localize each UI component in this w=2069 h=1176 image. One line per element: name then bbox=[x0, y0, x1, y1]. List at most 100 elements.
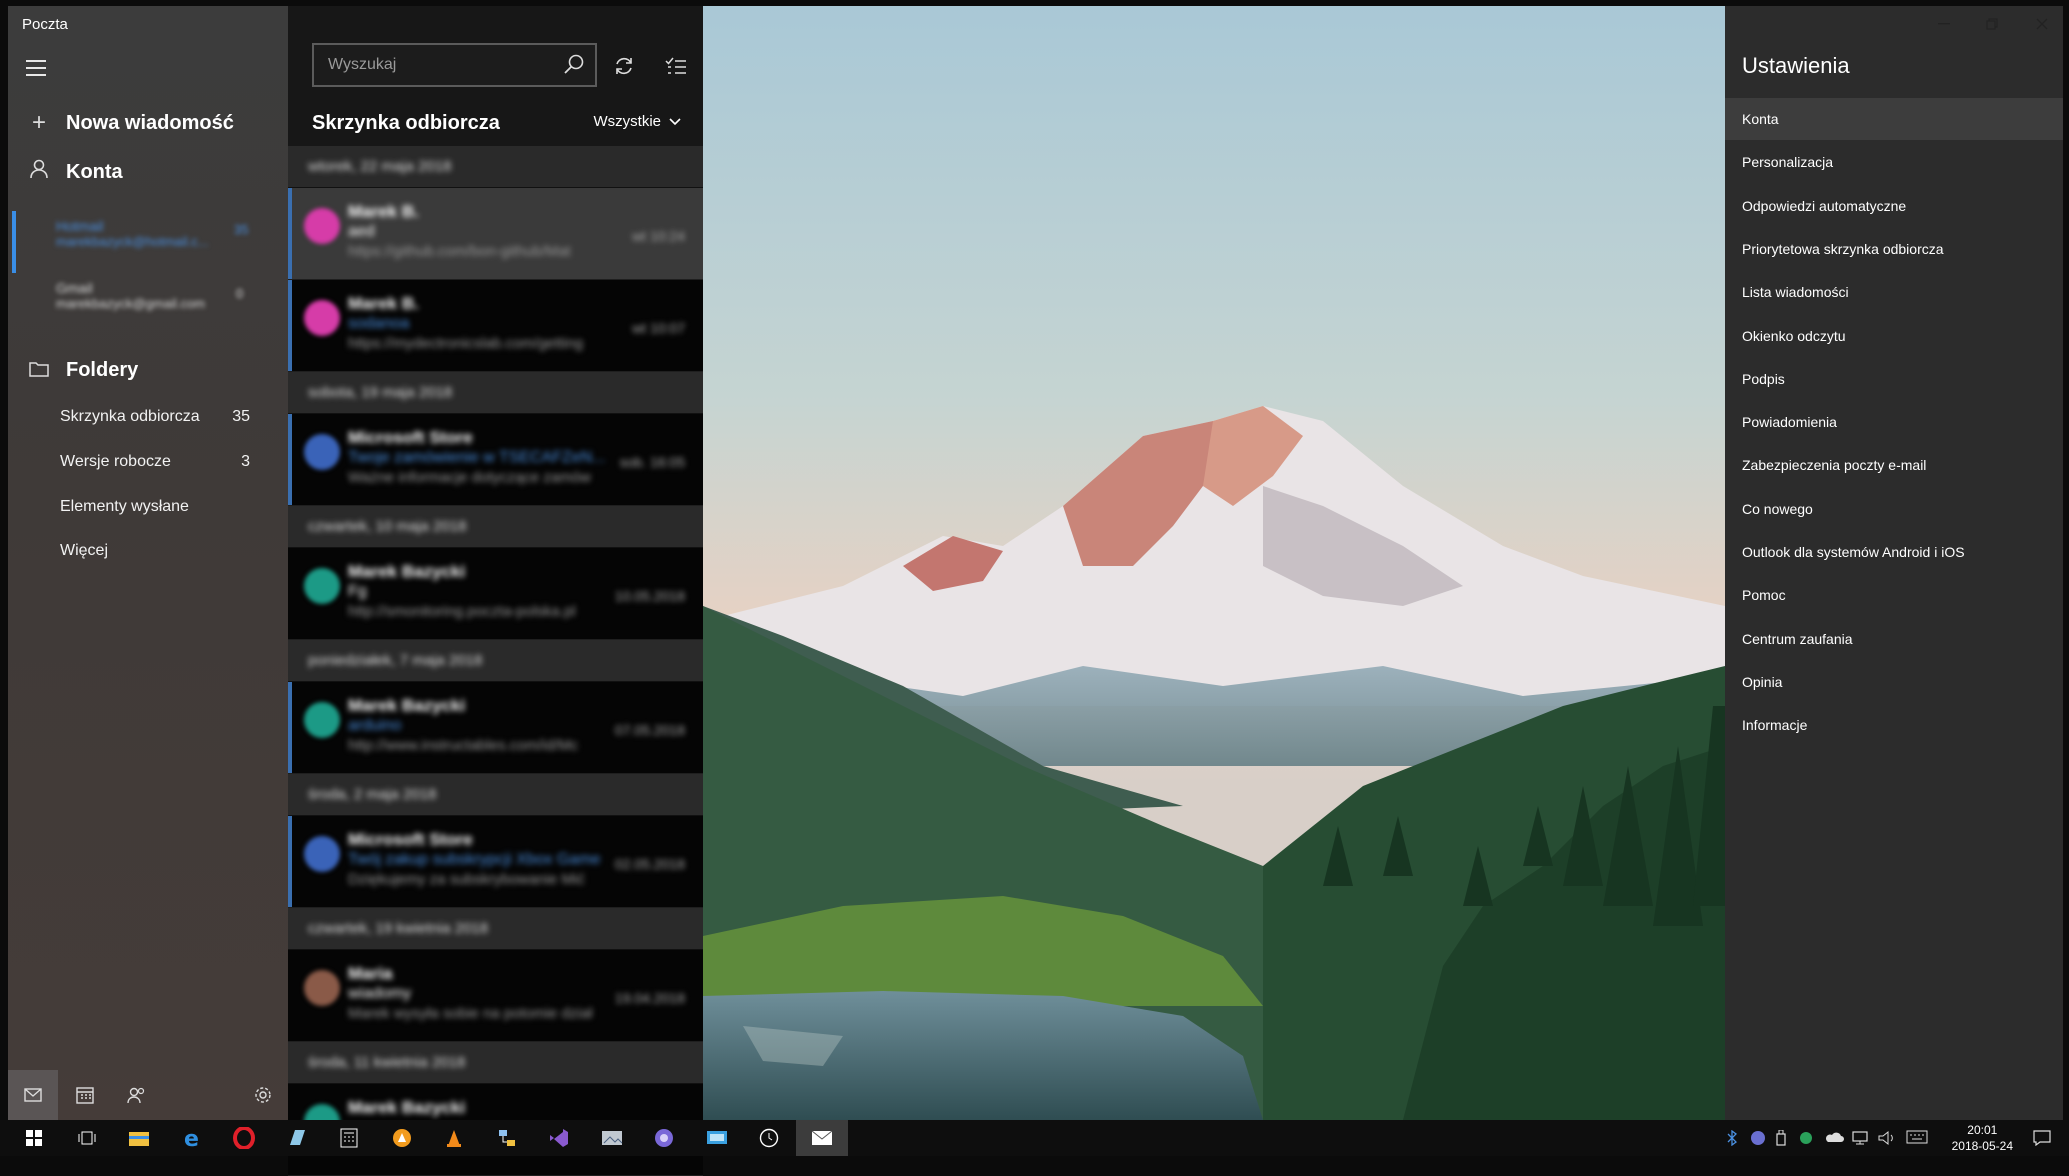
date-group-header: wtorek, 22 maja 2018 bbox=[288, 146, 703, 188]
accounts-header[interactable]: Konta bbox=[8, 152, 288, 192]
people-switch-icon[interactable] bbox=[112, 1070, 162, 1120]
search-icon[interactable] bbox=[563, 53, 585, 80]
sender-avatar bbox=[304, 208, 340, 244]
message-list-item[interactable]: Maria wiadomy Marek wysyła sobie na poto… bbox=[288, 950, 703, 1042]
message-date: 02.05.2018 bbox=[614, 856, 685, 872]
chevron-down-icon bbox=[669, 113, 681, 130]
sync-icon[interactable] bbox=[606, 48, 642, 84]
mail-switch-icon[interactable] bbox=[8, 1070, 58, 1120]
settings-item[interactable]: Zabezpieczenia poczty e-mail bbox=[1725, 444, 2063, 486]
network-tool-icon[interactable] bbox=[481, 1120, 533, 1156]
settings-item[interactable]: Podpis bbox=[1725, 358, 2063, 400]
settings-item[interactable]: Lista wiadomości bbox=[1725, 271, 2063, 313]
account-item-hotmail[interactable]: Hotmail marekbazyck@hotmail.c... bbox=[56, 218, 209, 249]
mail-icon[interactable] bbox=[795, 1120, 848, 1156]
date-group-header: poniedziałek, 7 maja 2018 bbox=[288, 640, 703, 682]
settings-item[interactable]: Opinia bbox=[1725, 661, 2063, 703]
settings-item[interactable]: Pomoc bbox=[1725, 574, 2063, 616]
date-group-label: środa, 11 kwietnia 2018 bbox=[308, 1054, 466, 1071]
message-preview: Marek wysyła sobie na potomie dział bbox=[348, 1005, 593, 1022]
folder-more[interactable]: Więcej bbox=[60, 542, 108, 560]
file-explorer-icon[interactable] bbox=[113, 1120, 165, 1156]
message-list-item[interactable]: Marek B. sodanoa https://mydectronicslab… bbox=[288, 280, 703, 372]
avast-icon[interactable] bbox=[376, 1120, 428, 1156]
browser-icon[interactable] bbox=[638, 1120, 690, 1156]
tray-app-icon[interactable] bbox=[1750, 1130, 1766, 1149]
date-group-label: czwartek, 10 maja 2018 bbox=[308, 518, 467, 535]
taskbar-clock[interactable]: 20:01 2018-05-24 bbox=[1952, 1122, 2013, 1154]
account-email: marekbazyck@hotmail.c... bbox=[56, 234, 209, 249]
network-icon[interactable] bbox=[1852, 1130, 1870, 1149]
message-text: Marek B. aed https://github.com/bon-gith… bbox=[348, 202, 571, 262]
keyboard-icon[interactable] bbox=[1906, 1130, 1928, 1147]
folder-sent[interactable]: Elementy wysłane bbox=[60, 498, 189, 516]
task-view-icon[interactable] bbox=[61, 1120, 113, 1156]
message-list-item[interactable]: Marek B. aed https://github.com/bon-gith… bbox=[288, 188, 703, 280]
accounts-label: Konta bbox=[66, 160, 123, 183]
restore-icon[interactable] bbox=[1970, 14, 2014, 34]
edge-icon[interactable]: e bbox=[166, 1120, 218, 1156]
unread-indicator bbox=[288, 682, 292, 773]
notepad-icon[interactable] bbox=[271, 1120, 323, 1156]
date-group-label: poniedziałek, 7 maja 2018 bbox=[308, 652, 483, 669]
app-title: Poczta bbox=[22, 16, 68, 33]
message-date: wt 10:07 bbox=[632, 320, 685, 336]
settings-item[interactable]: Powiadomienia bbox=[1725, 401, 2063, 443]
new-message-button[interactable]: + Nowa wiadomość bbox=[8, 103, 288, 143]
filter-dropdown[interactable]: Wszystkie bbox=[594, 113, 682, 130]
calculator-icon[interactable] bbox=[323, 1120, 375, 1156]
message-date: 19.04.2018 bbox=[614, 990, 685, 1006]
folders-header[interactable]: Foldery bbox=[8, 350, 288, 390]
folder-drafts[interactable]: Wersje robocze bbox=[60, 453, 171, 471]
message-subject: wiadomy bbox=[348, 985, 412, 1002]
hamburger-menu-icon[interactable] bbox=[26, 60, 46, 76]
settings-item[interactable]: Personalizacja bbox=[1725, 141, 2063, 183]
action-center-icon[interactable] bbox=[2033, 1130, 2051, 1149]
settings-item[interactable]: Odpowiedzi automatyczne bbox=[1725, 185, 2063, 227]
message-list-item[interactable]: Marek Bazycki arduino http://www.instruc… bbox=[288, 682, 703, 774]
visual-studio-icon[interactable] bbox=[533, 1120, 585, 1156]
settings-flyout: Ustawienia Konta Personalizacja Odpowiedzi… bbox=[1725, 6, 2063, 1120]
folder-inbox[interactable]: Skrzynka odbiorcza bbox=[60, 408, 200, 426]
image-viewer-icon[interactable] bbox=[586, 1120, 638, 1156]
calendar-switch-icon[interactable] bbox=[60, 1070, 110, 1120]
start-icon[interactable] bbox=[8, 1120, 60, 1156]
remote-desktop-icon[interactable] bbox=[691, 1120, 743, 1156]
usb-icon[interactable] bbox=[1775, 1129, 1787, 1149]
volume-icon[interactable] bbox=[1878, 1130, 1896, 1149]
message-subject: aed bbox=[348, 223, 375, 240]
folder-title: Skrzynka odbiorcza bbox=[312, 112, 500, 134]
message-preview: http://www.instructables.com/id/Mc bbox=[348, 737, 579, 754]
search-input[interactable] bbox=[326, 55, 550, 75]
opera-icon[interactable] bbox=[218, 1120, 270, 1156]
bluetooth-icon[interactable] bbox=[1727, 1129, 1737, 1149]
clock-app-icon[interactable] bbox=[743, 1120, 795, 1156]
message-sender: Marek Bazycki bbox=[348, 562, 466, 581]
settings-item[interactable]: Konta bbox=[1725, 98, 2063, 140]
date-group-label: czwartek, 19 kwietnia 2018 bbox=[308, 920, 489, 937]
message-sender: Microsoft Store bbox=[348, 830, 473, 849]
settings-item[interactable]: Priorytetowa skrzynka odbiorcza bbox=[1725, 228, 2063, 270]
message-list-item[interactable]: Microsoft Store Twój zakup subskrypcji X… bbox=[288, 816, 703, 908]
clock-time: 20:01 bbox=[1967, 1123, 1998, 1137]
settings-item[interactable]: Outlook dla systemów Android i iOS bbox=[1725, 531, 2063, 573]
message-preview: http://smonitoring.poczta-polska.pl bbox=[348, 603, 576, 620]
message-sender: Maria bbox=[348, 964, 393, 983]
settings-item[interactable]: Okienko odczytu bbox=[1725, 315, 2063, 357]
message-list-item[interactable]: Marek Bazycki Fg http://smonitoring.pocz… bbox=[288, 548, 703, 640]
navigation-pane: Poczta + Nowa wiadomość Konta Hotmail ma… bbox=[8, 6, 288, 1120]
account-item-gmail[interactable]: Gmail marekbazyck@gmail.com bbox=[56, 280, 205, 311]
clock-date: 2018-05-24 bbox=[1951, 1139, 2013, 1153]
selection-mode-icon[interactable] bbox=[658, 48, 694, 84]
settings-item[interactable]: Informacje bbox=[1725, 704, 2063, 746]
settings-item[interactable]: Centrum zaufania bbox=[1725, 618, 2063, 660]
message-list-item[interactable]: Microsoft Store Twoje zamówienie w TSECA… bbox=[288, 414, 703, 506]
close-icon[interactable] bbox=[2020, 14, 2064, 34]
onedrive-icon[interactable] bbox=[1824, 1130, 1844, 1147]
settings-gear-icon[interactable] bbox=[238, 1070, 288, 1120]
sender-avatar bbox=[304, 836, 340, 872]
settings-item[interactable]: Co nowego bbox=[1725, 488, 2063, 530]
minimize-icon[interactable] bbox=[1922, 14, 1966, 34]
antivirus-icon[interactable] bbox=[1798, 1130, 1814, 1149]
vlc-icon[interactable] bbox=[428, 1120, 480, 1156]
